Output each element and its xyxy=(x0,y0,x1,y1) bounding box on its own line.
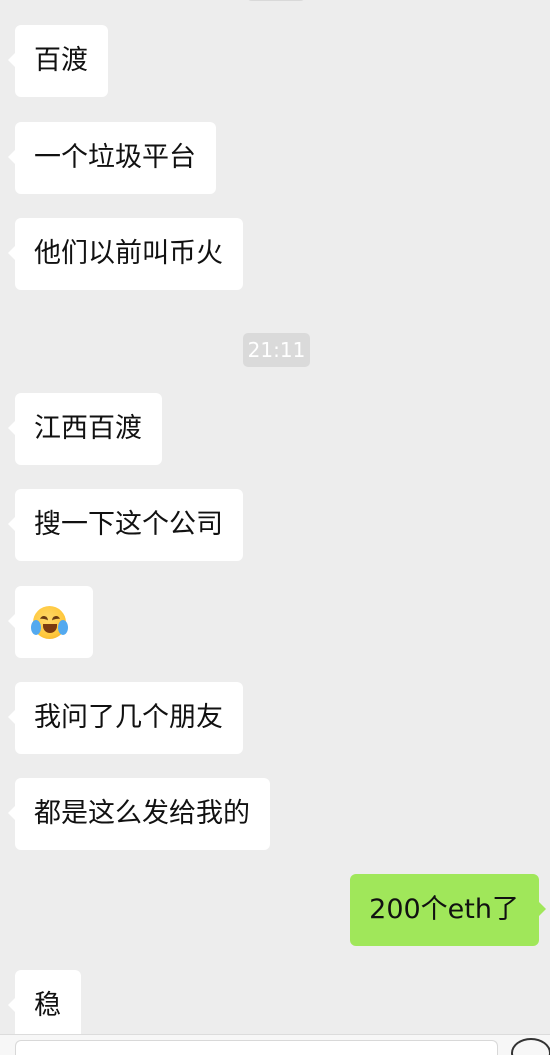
chat-screen: 百渡 一个垃圾平台 他们以前叫币火 21:11 江西百渡 搜一下这个公司 我问了… xyxy=(0,0,550,1055)
incoming-emoji-bubble[interactable] xyxy=(8,586,93,658)
incoming-message-bubble[interactable]: 他们以前叫币火 xyxy=(8,218,243,290)
laughing-crying-face-icon xyxy=(31,605,68,639)
message-text: 我问了几个朋友 xyxy=(34,702,223,733)
message-text: 一个垃圾平台 xyxy=(34,142,196,173)
incoming-message-bubble[interactable]: 搜一下这个公司 xyxy=(8,489,243,561)
message-text: 百渡 xyxy=(34,45,88,76)
message-text: 都是这么发给我的 xyxy=(34,798,250,829)
incoming-message-bubble[interactable]: 稳 xyxy=(8,970,81,1042)
previous-timestamp-badge xyxy=(247,0,305,1)
message-text: 200个eth了 xyxy=(369,894,519,925)
message-text: 稳 xyxy=(34,990,61,1021)
outgoing-message-bubble[interactable]: 200个eth了 xyxy=(350,874,546,946)
message-text: 他们以前叫币火 xyxy=(34,238,223,269)
message-input[interactable] xyxy=(15,1040,498,1055)
incoming-message-bubble[interactable]: 百渡 xyxy=(8,25,108,97)
incoming-message-bubble[interactable]: 我问了几个朋友 xyxy=(8,682,243,754)
message-text: 江西百渡 xyxy=(34,413,142,444)
message-timestamp: 21:11 xyxy=(243,333,310,367)
message-text: 搜一下这个公司 xyxy=(34,509,223,540)
incoming-message-bubble[interactable]: 都是这么发给我的 xyxy=(8,778,270,850)
incoming-message-bubble[interactable]: 江西百渡 xyxy=(8,393,162,465)
incoming-message-bubble[interactable]: 一个垃圾平台 xyxy=(8,122,216,194)
